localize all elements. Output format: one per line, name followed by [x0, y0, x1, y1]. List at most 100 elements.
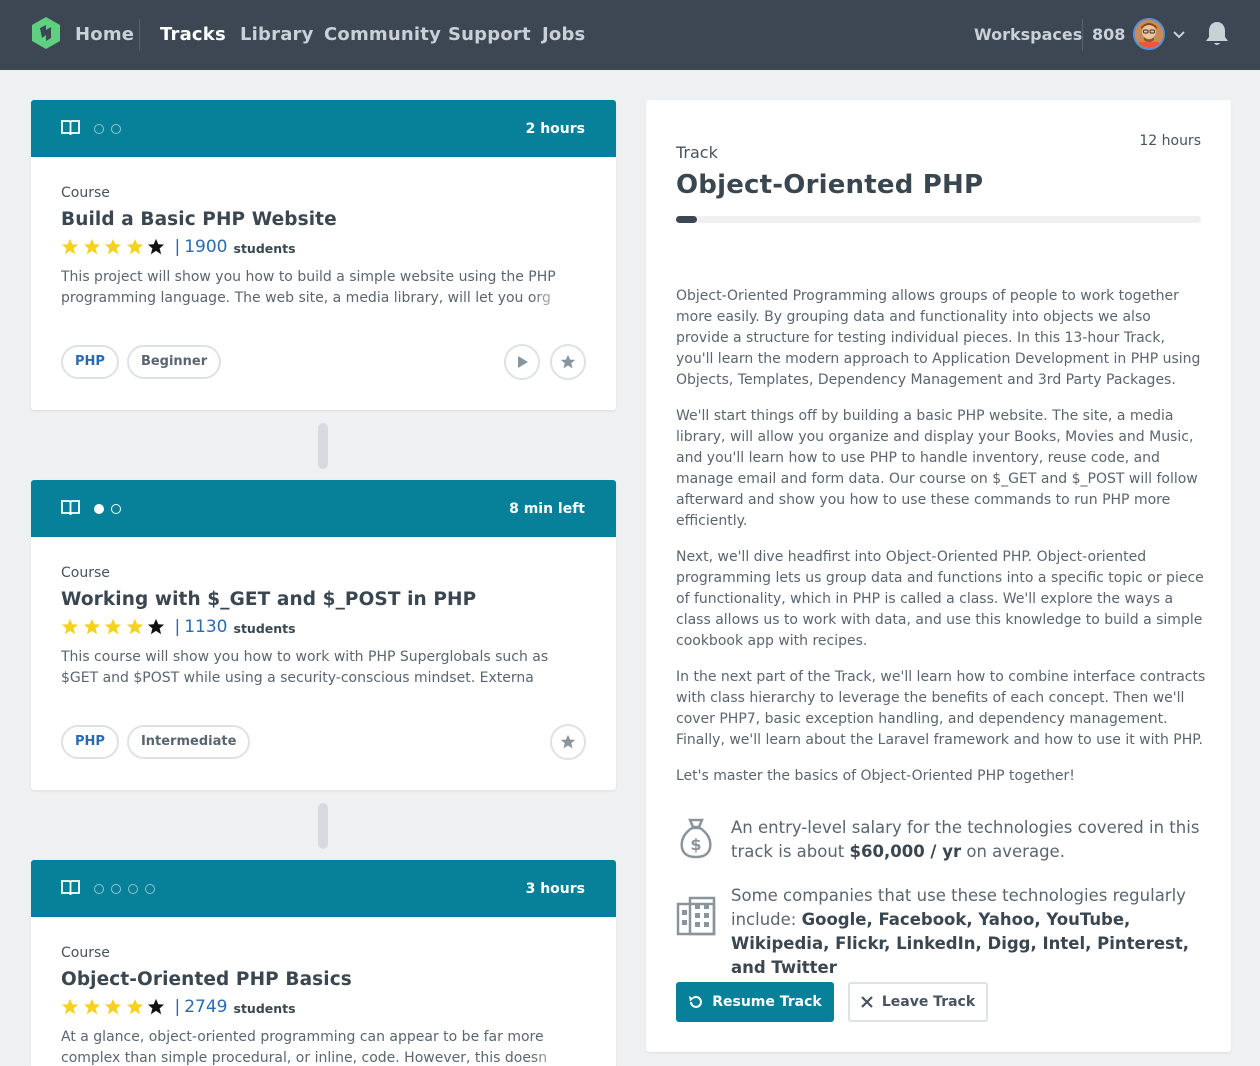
- course-card[interactable]: 8 min left Course Working with $_GET and…: [31, 480, 616, 790]
- course-card-header: 8 min left: [31, 480, 616, 537]
- chevron-down-icon[interactable]: [1172, 27, 1186, 41]
- star-filled-icon: [104, 618, 122, 635]
- course-progress-dots: [94, 504, 121, 514]
- star-empty-icon: [147, 618, 165, 635]
- user-avatar[interactable]: [1133, 18, 1165, 50]
- star-filled-icon: [83, 998, 100, 1015]
- students-count: 2749: [184, 997, 228, 1017]
- track-duration: 12 hours: [1139, 133, 1201, 149]
- book-icon: [61, 500, 80, 516]
- course-card-header: 2 hours: [31, 100, 616, 157]
- building-icon: [676, 896, 716, 936]
- course-title[interactable]: Working with $_GET and $_POST in PHP: [61, 587, 586, 613]
- play-button[interactable]: [504, 344, 540, 380]
- star-filled-icon: [126, 238, 143, 255]
- salary-value: $60,000 / yr: [849, 842, 962, 861]
- track-detail-panel: 12 hours Track Object-Oriented PHP Objec…: [646, 100, 1231, 1052]
- course-description-text: This course will show you how to work wi…: [61, 649, 549, 686]
- tag-level[interactable]: Beginner: [126, 345, 222, 379]
- salary-suffix: on average.: [966, 842, 1065, 861]
- nav-support-link[interactable]: Support: [448, 22, 531, 48]
- nav-library-link[interactable]: Library: [240, 22, 314, 48]
- star-filled-icon: [104, 238, 122, 255]
- companies-list: Google, Facebook, Yahoo, YouTube, Wikipe…: [731, 910, 1190, 977]
- bookmark-star-button[interactable]: [550, 344, 586, 380]
- course-card[interactable]: 3 hours Course Object-Oriented PHP Basic…: [31, 860, 616, 1066]
- course-type-label: Course: [61, 565, 110, 581]
- course-duration: 2 hours: [525, 121, 585, 137]
- progress-dot: [111, 884, 121, 894]
- svg-text:$: $: [690, 835, 701, 854]
- nav-jobs-link[interactable]: Jobs: [542, 22, 585, 48]
- leave-track-label: Leave Track: [881, 994, 976, 1010]
- progress-dot-complete: [94, 504, 104, 514]
- progress-dot: [111, 504, 121, 514]
- nav-divider: [139, 19, 140, 51]
- play-icon: [518, 356, 528, 368]
- progress-dot: [94, 884, 104, 894]
- tag-level[interactable]: Intermediate: [126, 725, 251, 759]
- star-empty-icon: [147, 998, 165, 1015]
- star-filled-icon: [83, 238, 100, 255]
- students-label: students: [233, 1001, 296, 1016]
- nav-tracks-link[interactable]: Tracks: [160, 22, 226, 48]
- tag-php[interactable]: PHP: [61, 345, 119, 379]
- star-icon: [560, 734, 576, 749]
- course-tags: PHP Intermediate: [61, 725, 251, 759]
- course-description: This course will show you how to work wi…: [61, 647, 571, 689]
- students-count: 1900: [184, 237, 228, 257]
- track-paragraph: We'll start things off by building a bas…: [676, 408, 1198, 529]
- course-title[interactable]: Object-Oriented PHP Basics: [61, 967, 586, 993]
- rating-separator: |: [174, 997, 181, 1017]
- course-description: This project will show you how to build …: [61, 267, 571, 309]
- course-progress-dots: [94, 124, 121, 134]
- students-label: students: [233, 241, 296, 256]
- top-nav: Home Tracks Library Community Support Jo…: [0, 0, 1260, 70]
- star-filled-icon: [126, 998, 143, 1015]
- track-paragraph: In the next part of the Track, we'll lea…: [676, 669, 1206, 748]
- resume-track-button[interactable]: Resume Track: [676, 982, 834, 1022]
- students-count: 1130: [184, 617, 228, 637]
- star-empty-icon: [147, 238, 165, 255]
- resume-track-label: Resume Track: [712, 994, 822, 1010]
- track-connector: [318, 803, 328, 849]
- course-description: At a glance, object-oriented programming…: [61, 1027, 571, 1066]
- companies-info: Some companies that use these technologi…: [676, 884, 1201, 980]
- nav-home-link[interactable]: Home: [75, 22, 134, 48]
- track-title: Object-Oriented PHP: [676, 170, 984, 200]
- avatar-face-icon: [1135, 20, 1163, 48]
- course-rating: | 1130 students: [61, 617, 586, 637]
- book-icon: [61, 120, 80, 136]
- bookmark-star-button[interactable]: [550, 724, 586, 760]
- progress-dot: [145, 884, 155, 894]
- companies-text: Some companies that use these technologi…: [731, 884, 1201, 980]
- treehouse-logo-icon[interactable]: [30, 16, 62, 50]
- course-type-label: Course: [61, 185, 110, 201]
- track-progress-bar: [676, 216, 1201, 223]
- course-title[interactable]: Build a Basic PHP Website: [61, 207, 586, 233]
- star-filled-icon: [126, 618, 143, 635]
- tag-php[interactable]: PHP: [61, 725, 119, 759]
- course-card[interactable]: 2 hours Course Build a Basic PHP Website…: [31, 100, 616, 410]
- track-paragraph: Object-Oriented Programming allows group…: [676, 288, 1201, 388]
- workspaces-link[interactable]: Workspaces: [974, 24, 1082, 46]
- course-rating: | 2749 students: [61, 997, 586, 1017]
- course-progress-dots: [94, 884, 155, 894]
- money-bag-icon: $: [680, 818, 712, 859]
- course-card-header: 3 hours: [31, 860, 616, 917]
- star-filled-icon: [83, 618, 100, 635]
- course-time-left: 8 min left: [509, 501, 585, 517]
- nav-community-link[interactable]: Community: [324, 22, 441, 48]
- students-label: students: [233, 621, 296, 636]
- salary-info: $ An entry-level salary for the technolo…: [676, 816, 1201, 864]
- points-count[interactable]: 808: [1092, 24, 1125, 46]
- notifications-bell-icon[interactable]: [1204, 20, 1230, 48]
- rating-separator: |: [174, 617, 181, 637]
- track-description: Object-Oriented Programming allows group…: [676, 286, 1206, 802]
- close-icon: [861, 996, 873, 1008]
- track-connector: [318, 423, 328, 469]
- course-description-text: This project will show you how to build …: [61, 269, 556, 306]
- nav-divider: [1082, 19, 1083, 51]
- leave-track-button[interactable]: Leave Track: [848, 982, 988, 1022]
- track-type-label: Track: [676, 143, 718, 162]
